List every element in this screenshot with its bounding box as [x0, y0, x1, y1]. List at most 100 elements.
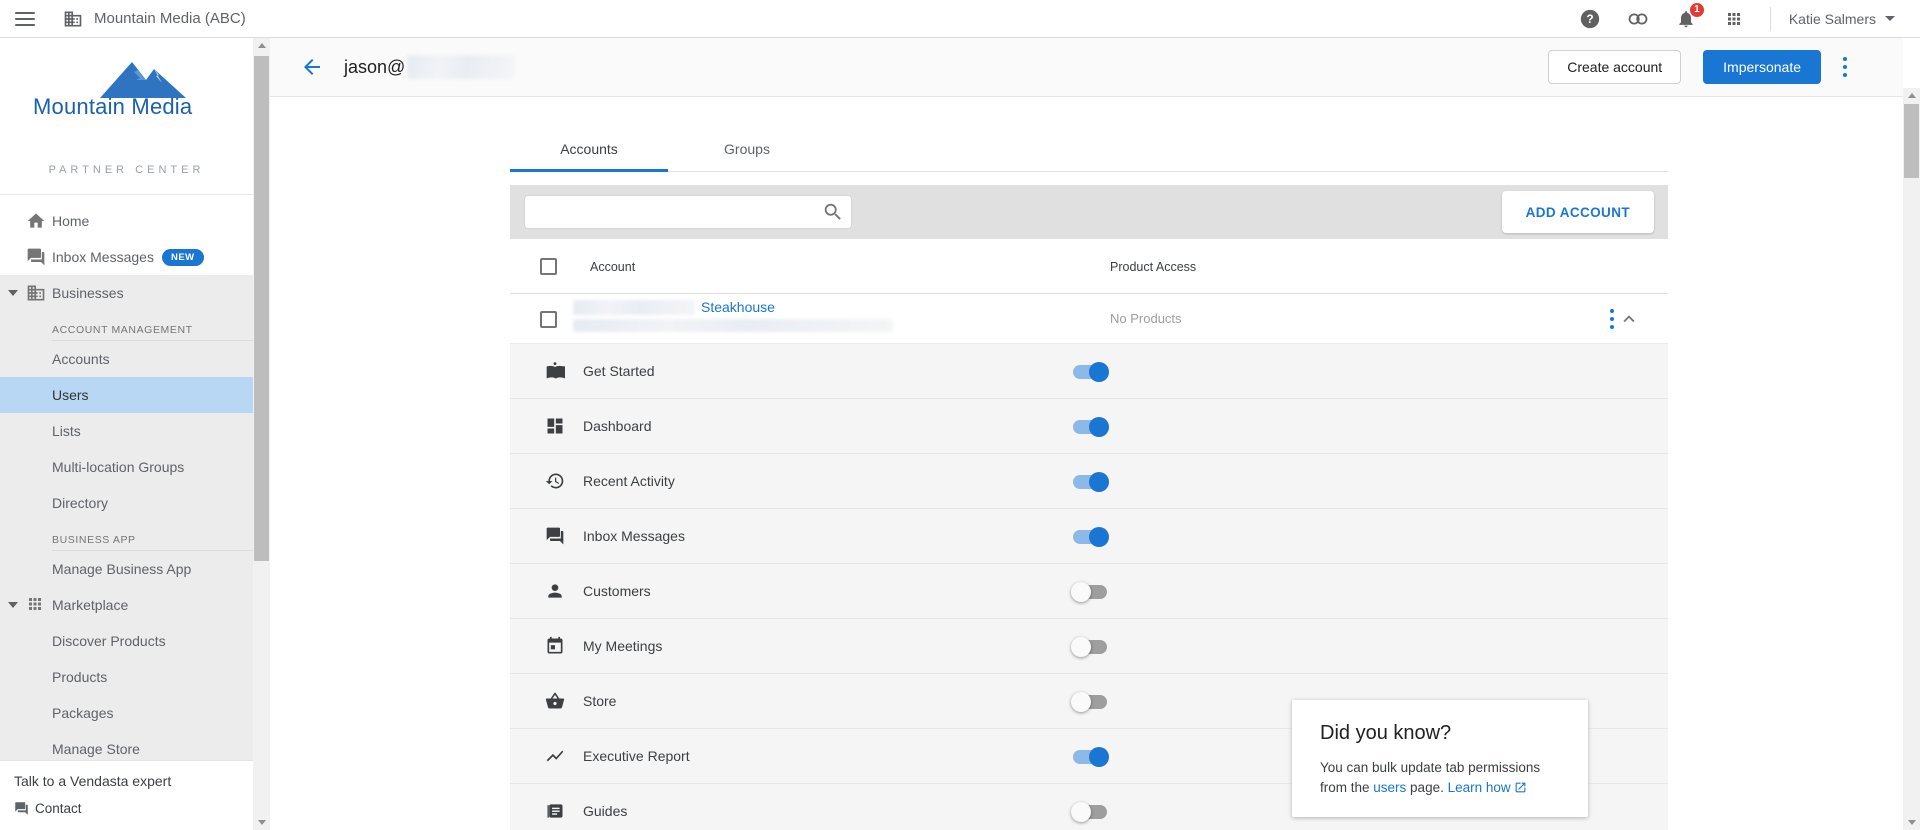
contact-chat-icon	[14, 801, 29, 816]
section-business-app: BUSINESS APP	[52, 521, 253, 551]
topbar-divider	[1770, 7, 1771, 31]
show-chart-icon	[545, 746, 565, 766]
guides-book-icon	[545, 801, 565, 821]
sidebar-item-directory[interactable]: Directory	[0, 485, 253, 521]
tab-accounts[interactable]: Accounts	[510, 130, 668, 171]
scrollbar-thumb[interactable]	[1904, 104, 1919, 178]
home-icon	[26, 211, 46, 231]
notifications-bell-icon[interactable]: 1	[1674, 7, 1698, 31]
hamburger-menu-icon[interactable]	[15, 12, 35, 26]
sidebar-item-label: Home	[52, 213, 89, 229]
sidebar-item-manage-business-app[interactable]: Manage Business App	[0, 551, 253, 587]
permission-row-customers: Customers	[510, 564, 1668, 619]
table-header: Account Product Access	[510, 239, 1668, 294]
partner-logo: Mountain Media	[0, 46, 253, 138]
sidebar-item-home[interactable]: Home	[0, 203, 253, 239]
sidebar-item-label: Marketplace	[52, 597, 128, 613]
accounts-toolbar: ADD ACCOUNT	[510, 185, 1668, 239]
did-you-know-popup: Did you know? You can bulk update tab pe…	[1292, 700, 1588, 817]
sidebar-item-discover-products[interactable]: Discover Products	[0, 623, 253, 659]
scroll-up-arrow[interactable]	[1903, 88, 1920, 103]
apps-grid-icon[interactable]	[1722, 7, 1746, 31]
scroll-down-arrow[interactable]	[1903, 815, 1920, 830]
add-account-button[interactable]: ADD ACCOUNT	[1502, 191, 1654, 233]
sidebar-item-label: Businesses	[52, 285, 124, 301]
back-arrow-icon[interactable]	[300, 55, 324, 79]
permission-label: Store	[583, 693, 616, 709]
permission-toggle[interactable]	[1073, 585, 1107, 599]
column-header-product-access: Product Access	[1110, 260, 1196, 274]
user-menu[interactable]: Katie Salmers	[1789, 11, 1896, 27]
search-input[interactable]	[524, 195, 852, 229]
sidebar-item-packages[interactable]: Packages	[0, 695, 253, 731]
sidebar-item-businesses[interactable]: Businesses	[0, 275, 253, 311]
logo-text: Mountain Media	[33, 94, 192, 120]
contact-link[interactable]: Contact	[14, 801, 253, 816]
header-actions: Create account Impersonate	[1548, 50, 1855, 84]
contact-label: Contact	[35, 801, 82, 816]
menu-book-icon	[545, 361, 565, 381]
sidebar-item-marketplace[interactable]: Marketplace	[0, 587, 253, 623]
page-header: jason@ Create account Impersonate	[270, 38, 1903, 97]
permission-label: Customers	[583, 583, 651, 599]
impersonate-button[interactable]: Impersonate	[1703, 50, 1821, 84]
sidebar-item-lists[interactable]: Lists	[0, 413, 253, 449]
permission-toggle[interactable]	[1073, 420, 1107, 434]
users-link[interactable]: users	[1373, 780, 1406, 795]
search-icon[interactable]	[822, 201, 844, 223]
scroll-up-arrow[interactable]	[253, 38, 270, 53]
permission-row-inbox-messages: Inbox Messages	[510, 509, 1668, 564]
tab-bar: Accounts Groups	[510, 130, 1668, 172]
svg-text:?: ?	[1586, 12, 1593, 26]
forum-icon	[545, 526, 565, 546]
permission-toggle[interactable]	[1073, 805, 1107, 819]
learn-how-link[interactable]: Learn how	[1448, 780, 1511, 795]
sidebar-item-inbox-messages[interactable]: Inbox Messages NEW	[0, 239, 253, 275]
permission-toggle[interactable]	[1073, 750, 1107, 764]
new-badge: NEW	[162, 249, 204, 266]
dashboard-icon	[545, 416, 565, 436]
row-checkbox[interactable]	[540, 311, 557, 328]
redacted-text	[407, 55, 515, 79]
sidebar-item-users[interactable]: Users	[0, 377, 253, 413]
user-email-prefix: jason@	[344, 57, 405, 78]
redacted-text	[573, 319, 893, 332]
permission-toggle[interactable]	[1073, 640, 1107, 654]
sidebar-item-products[interactable]: Products	[0, 659, 253, 695]
sidebar-scrollbar[interactable]	[253, 38, 270, 830]
scroll-down-arrow[interactable]	[253, 815, 270, 830]
permission-toggle[interactable]	[1073, 530, 1107, 544]
redacted-text	[573, 300, 695, 315]
user-name: Katie Salmers	[1789, 11, 1876, 27]
caret-down-icon	[8, 290, 18, 297]
building-icon	[63, 9, 83, 29]
permission-toggle[interactable]	[1073, 365, 1107, 379]
businesses-building-icon	[26, 283, 46, 303]
main-scrollbar[interactable]	[1903, 88, 1920, 830]
product-tagline: PARTNER CENTER	[0, 164, 253, 176]
permission-toggle[interactable]	[1073, 695, 1107, 709]
history-icon	[545, 471, 565, 491]
sidebar-item-label: Inbox Messages	[52, 249, 154, 265]
sidebar-item-accounts[interactable]: Accounts	[0, 341, 253, 377]
chevron-up-icon[interactable]	[1618, 308, 1640, 330]
sidebar-divider	[0, 194, 253, 195]
caret-down-icon	[8, 602, 18, 609]
product-access-value: No Products	[1110, 311, 1182, 326]
link-icon[interactable]	[1626, 7, 1650, 31]
shopping-basket-icon	[545, 691, 565, 711]
select-all-checkbox[interactable]	[540, 258, 557, 275]
help-icon[interactable]: ?	[1578, 7, 1602, 31]
header-kebab-menu-icon[interactable]	[1835, 54, 1855, 80]
permission-label: My Meetings	[583, 638, 662, 654]
permission-label: Inbox Messages	[583, 528, 685, 544]
sidebar: Mountain Media PARTNER CENTER Home Inbox…	[0, 38, 253, 830]
notification-badge: 1	[1689, 2, 1705, 18]
permission-toggle[interactable]	[1073, 475, 1107, 489]
scrollbar-thumb[interactable]	[254, 56, 269, 561]
sidebar-item-multi-location-groups[interactable]: Multi-location Groups	[0, 449, 253, 485]
create-account-button[interactable]: Create account	[1548, 50, 1681, 84]
account-name-link[interactable]: Steakhouse	[701, 299, 775, 315]
tab-groups[interactable]: Groups	[668, 130, 826, 171]
external-link-icon	[1514, 781, 1527, 794]
